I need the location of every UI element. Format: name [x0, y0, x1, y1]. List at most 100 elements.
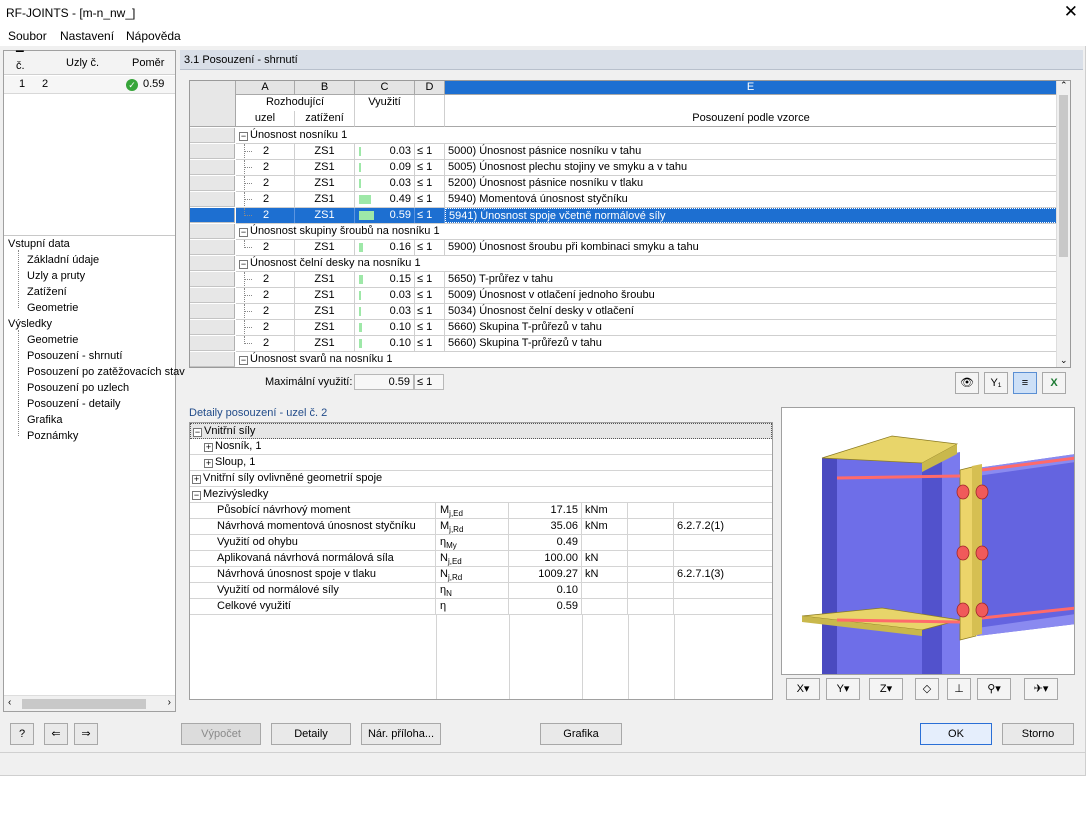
table-row[interactable]: 2 ZS1 0.49 ≤ 1 5940) Momentová únosnost styč…	[236, 192, 1057, 208]
details-row[interactable]: Aplikovaná návrhová normálová síla Nj,Ed 1…	[190, 551, 772, 567]
eye-icon[interactable]: 👁	[955, 372, 979, 394]
close-icon[interactable]: ✕	[1064, 2, 1078, 22]
import-icon[interactable]: ⇐	[44, 723, 68, 745]
col-header-d[interactable]: D	[415, 81, 445, 95]
horizontal-scrollbar[interactable]: ‹ ›	[4, 695, 175, 711]
table-row[interactable]: 2 ZS1 0.03 ≤ 1 5034) Únosnost čelní desky v …	[236, 304, 1057, 320]
tree-item-geometry[interactable]: Geometrie	[27, 302, 78, 314]
row-header[interactable]	[190, 208, 235, 223]
calculate-button[interactable]: Výpočet	[181, 723, 261, 745]
row-header[interactable]	[190, 256, 235, 271]
details-group-row[interactable]: − Mezivýsledky	[190, 487, 772, 503]
details-group-row[interactable]: + Vnitřní síly ovlivněné geometrií spoje	[190, 471, 772, 487]
collapse-icon[interactable]: −	[239, 132, 248, 141]
collapse-icon[interactable]: −	[239, 228, 248, 237]
row-header[interactable]	[190, 304, 235, 319]
ok-button[interactable]: OK	[920, 723, 992, 745]
details-group-row[interactable]: + Sloup, 1	[190, 455, 772, 471]
group-row[interactable]: − Únosnost skupiny šroubů na nosníku 1	[236, 224, 1057, 240]
col-header-b[interactable]: B	[295, 81, 355, 95]
view-x-icon[interactable]: X▾	[786, 678, 820, 700]
help-icon[interactable]: ?	[10, 723, 34, 745]
row-header[interactable]	[190, 320, 235, 335]
node-table-row[interactable]: 1 2 ✓ 0.59	[4, 76, 175, 94]
expand-icon[interactable]: +	[204, 459, 213, 468]
scroll-down-icon[interactable]: ⌄	[1060, 355, 1068, 366]
tree-item-nodes-members[interactable]: Uzly a pruty	[27, 270, 85, 282]
details-row[interactable]: Celkové využití η 0.59	[190, 599, 772, 615]
expand-icon[interactable]: −	[193, 428, 202, 437]
details-row[interactable]: Působící návrhový moment Mj,Ed 17.15 kNm	[190, 503, 772, 519]
col-header-c[interactable]: C	[355, 81, 415, 95]
table-row[interactable]: 2 ZS1 0.09 ≤ 1 5005) Únosnost plechu stojiny…	[236, 160, 1057, 176]
menu-napoveda[interactable]: Nápověda	[126, 29, 181, 43]
row-header[interactable]	[190, 176, 235, 191]
reset-view-icon[interactable]: ✈▾	[1024, 678, 1058, 700]
details-row[interactable]: Návrhová momentová únosnost styčníku Mj,R…	[190, 519, 772, 535]
details-row[interactable]: Využití od normálové síly ηN 0.10	[190, 583, 772, 599]
row-header[interactable]	[190, 352, 235, 367]
group-row[interactable]: − Únosnost svarů na nosníku 1	[236, 352, 1057, 367]
row-header[interactable]	[190, 224, 235, 239]
details-row[interactable]: Využití od ohybu ηMy 0.49	[190, 535, 772, 551]
group-row[interactable]: − Únosnost nosníku 1	[236, 128, 1057, 144]
collapse-icon[interactable]: −	[239, 260, 248, 269]
row-header[interactable]	[190, 336, 235, 351]
table-row[interactable]: 2 ZS1 0.15 ≤ 1 5650) T-průřez v tahu	[236, 272, 1057, 288]
details-group-row[interactable]: + Nosník, 1	[190, 439, 772, 455]
tree-item-by-loadcase[interactable]: Posouzení po zatěžovacích stav	[27, 366, 185, 378]
table-row[interactable]: 2 ZS1 0.59 ≤ 1 5941) Únosnost spoje včetně n…	[236, 208, 1057, 224]
bar-chart-icon[interactable]: ≡	[1013, 372, 1037, 394]
export-icon[interactable]: ⇒	[74, 723, 98, 745]
menu-nastaveni[interactable]: Nastavení	[60, 29, 114, 43]
expand-icon[interactable]: −	[192, 491, 201, 500]
table-row[interactable]: 2 ZS1 0.10 ≤ 1 5660) Skupina T-průřezů v tah…	[236, 336, 1057, 352]
tree-input-data[interactable]: Vstupní data	[8, 238, 70, 250]
iso-view-icon[interactable]: ◇	[915, 678, 939, 700]
row-header[interactable]	[190, 160, 235, 175]
tree-item-by-node[interactable]: Posouzení po uzlech	[27, 382, 129, 394]
export-excel-icon[interactable]: X	[1042, 372, 1066, 394]
tree-item-summary[interactable]: Posouzení - shrnutí	[27, 350, 122, 362]
menu-soubor[interactable]: Soubor	[8, 29, 47, 43]
scroll-up-icon[interactable]: ⌃	[1060, 81, 1068, 91]
national-annex-button[interactable]: Nár. příloha...	[361, 723, 441, 745]
scroll-left-icon[interactable]: ‹	[8, 697, 11, 708]
graphics-button[interactable]: Grafika	[540, 723, 622, 745]
row-header[interactable]	[190, 272, 235, 287]
dimension-icon[interactable]: ⊥	[947, 678, 971, 700]
grid-vertical-scrollbar[interactable]: ⌃ ⌄	[1056, 81, 1070, 367]
tree-item-loads[interactable]: Zatížení	[27, 286, 67, 298]
tree-results[interactable]: Výsledky	[8, 318, 52, 330]
tree-item-res-geometry[interactable]: Geometrie	[27, 334, 78, 346]
details-row[interactable]: Návrhová únosnost spoje v tlaku Nj,Rd 1009…	[190, 567, 772, 583]
filter-ratio-icon[interactable]: Y₁	[984, 372, 1008, 394]
table-row[interactable]: 2 ZS1 0.03 ≤ 1 5200) Únosnost pásnice nosník…	[236, 176, 1057, 192]
row-header[interactable]	[190, 128, 235, 143]
group-row[interactable]: − Únosnost čelní desky na nosníku 1	[236, 256, 1057, 272]
table-row[interactable]: 2 ZS1 0.03 ≤ 1 5000) Únosnost pásnice nosník…	[236, 144, 1057, 160]
cancel-button[interactable]: Storno	[1002, 723, 1074, 745]
collapse-icon[interactable]: −	[239, 356, 248, 365]
row-header[interactable]	[190, 192, 235, 207]
view-y-icon[interactable]: Y▾	[826, 678, 860, 700]
zoom-icon[interactable]: ⚲▾	[977, 678, 1011, 700]
table-row[interactable]: 2 ZS1 0.03 ≤ 1 5009) Únosnost v otlačení jed…	[236, 288, 1057, 304]
row-header[interactable]	[190, 288, 235, 303]
expand-icon[interactable]: +	[192, 475, 201, 484]
tree-item-basic[interactable]: Základní údaje	[27, 254, 99, 266]
tree-item-notes[interactable]: Poznámky	[27, 430, 78, 442]
table-row[interactable]: 2 ZS1 0.10 ≤ 1 5660) Skupina T-průřezů v tah…	[236, 320, 1057, 336]
expand-icon[interactable]: +	[204, 443, 213, 452]
table-row[interactable]: 2 ZS1 0.16 ≤ 1 5900) Únosnost šroubu při kom…	[236, 240, 1057, 256]
col-header-e[interactable]: E	[445, 81, 1057, 95]
col-header-a[interactable]: A	[236, 81, 295, 95]
details-group-row[interactable]: − Vnitřní síly	[190, 423, 772, 439]
row-header[interactable]	[190, 144, 235, 159]
details-button[interactable]: Detaily	[271, 723, 351, 745]
joint-3d-view[interactable]	[781, 407, 1075, 675]
tree-item-details[interactable]: Posouzení - detaily	[27, 398, 121, 410]
scroll-right-icon[interactable]: ›	[168, 697, 171, 708]
row-header[interactable]	[190, 240, 235, 255]
view-z-icon[interactable]: Z▾	[869, 678, 903, 700]
